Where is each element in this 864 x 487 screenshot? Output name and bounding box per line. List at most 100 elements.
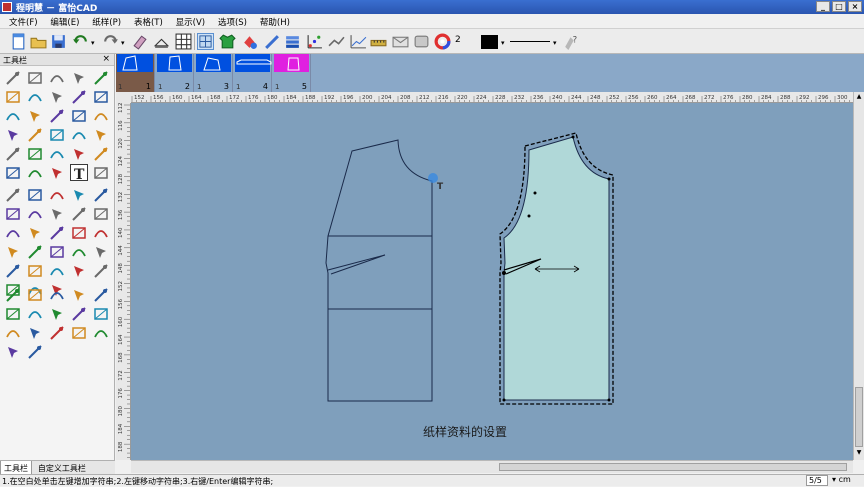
- grade-shirt-icon[interactable]: [92, 286, 110, 303]
- stitch-icon[interactable]: [4, 205, 22, 222]
- grade-frame-icon[interactable]: [4, 324, 22, 341]
- join-icon[interactable]: [70, 88, 88, 105]
- shirt-icon[interactable]: [219, 33, 236, 50]
- eraser-icon[interactable]: [131, 33, 148, 50]
- grade-leg-icon[interactable]: [70, 324, 88, 341]
- piece-thumbnail[interactable]: 15: [273, 54, 311, 92]
- line-style-dropdown-icon[interactable]: ▾: [553, 39, 557, 47]
- measure-tool-icon[interactable]: [48, 262, 66, 279]
- menu-edit[interactable]: 编辑(E): [45, 14, 84, 28]
- protractor-icon[interactable]: [70, 126, 88, 143]
- grid-table-icon[interactable]: [175, 33, 192, 50]
- wave-icon[interactable]: [92, 186, 110, 203]
- shirt-sleeve-icon[interactable]: [48, 145, 66, 162]
- drop-icon[interactable]: [92, 243, 110, 260]
- menu-options[interactable]: 选项(S): [213, 14, 252, 28]
- pleat-tool-icon[interactable]: [92, 262, 110, 279]
- layers-icon[interactable]: [413, 33, 430, 50]
- rotate-icon[interactable]: [4, 107, 22, 124]
- envelope-icon[interactable]: [392, 33, 409, 50]
- menu-pattern[interactable]: 纸样(P): [87, 14, 126, 28]
- scroll-down-icon[interactable]: ▼: [855, 449, 863, 457]
- adjust-icon[interactable]: [48, 69, 66, 86]
- stripe-icon[interactable]: [26, 262, 44, 279]
- chart-icon[interactable]: [350, 33, 367, 50]
- tape-icon[interactable]: [370, 33, 387, 50]
- color-fill-icon[interactable]: [241, 33, 258, 50]
- undo-dropdown-icon[interactable]: ▾: [91, 39, 95, 47]
- vertical-scroll-thumb[interactable]: [855, 387, 863, 447]
- unit-selector[interactable]: ▾ cm: [832, 475, 864, 486]
- close-icon[interactable]: ×: [102, 54, 110, 64]
- curve-icon[interactable]: [4, 88, 22, 105]
- select-arrow-icon[interactable]: [4, 69, 22, 86]
- help-icon[interactable]: ?: [562, 33, 579, 50]
- pocket-icon[interactable]: [26, 186, 44, 203]
- minimize-button[interactable]: _: [816, 1, 830, 12]
- color-wheel-icon[interactable]: [434, 33, 451, 50]
- ruler-icon[interactable]: [263, 33, 280, 50]
- pen-color-swatch[interactable]: [481, 35, 498, 49]
- compass-icon[interactable]: [26, 126, 44, 143]
- dart-icon[interactable]: [26, 88, 44, 105]
- piece-thumbnail[interactable]: 14: [234, 54, 272, 92]
- horizontal-scrollbar[interactable]: [131, 460, 853, 473]
- arc-icon[interactable]: [92, 88, 110, 105]
- grade-point-icon[interactable]: [4, 286, 22, 303]
- save-icon[interactable]: [50, 33, 67, 50]
- mirror-icon[interactable]: [92, 107, 110, 124]
- stack-icon[interactable]: [284, 33, 301, 50]
- horizontal-scroll-thumb[interactable]: [499, 463, 847, 471]
- button-icon[interactable]: [48, 107, 66, 124]
- menu-table[interactable]: 表格(T): [129, 14, 168, 28]
- grade-arc-icon[interactable]: [92, 305, 110, 322]
- vertical-scrollbar[interactable]: ▲ ▼: [853, 92, 864, 460]
- cup-icon[interactable]: [26, 205, 44, 222]
- piece-tool-icon[interactable]: [4, 243, 22, 260]
- text-tool-icon[interactable]: T: [70, 164, 88, 181]
- pencil-icon[interactable]: [92, 69, 110, 86]
- piece-list-icon[interactable]: [197, 33, 214, 50]
- align-icon[interactable]: [92, 126, 110, 143]
- grade-size-icon[interactable]: [48, 286, 66, 303]
- grade-icon[interactable]: [26, 243, 44, 260]
- grade-fan-icon[interactable]: [48, 324, 66, 341]
- piece-thumbnail[interactable]: 12: [156, 54, 194, 92]
- scissors-icon[interactable]: [26, 107, 44, 124]
- star-icon[interactable]: [4, 126, 22, 143]
- menu-file[interactable]: 文件(F): [4, 14, 43, 28]
- piece-thumbnail[interactable]: 13: [195, 54, 233, 92]
- layout-icon[interactable]: [92, 205, 110, 222]
- color-dropdown-icon[interactable]: ▾: [501, 39, 505, 47]
- cut-icon[interactable]: [70, 69, 88, 86]
- grade-curve-icon[interactable]: [26, 305, 44, 322]
- boot-icon[interactable]: [48, 186, 66, 203]
- grid-tool-icon[interactable]: [92, 164, 110, 181]
- flag-icon[interactable]: [4, 164, 22, 181]
- redo-dropdown-icon[interactable]: ▾: [121, 39, 125, 47]
- new-icon[interactable]: [10, 33, 27, 50]
- redo-icon[interactable]: [102, 33, 119, 50]
- shape-icon[interactable]: [4, 262, 22, 279]
- notch-icon[interactable]: [4, 224, 22, 241]
- ruler-tool-icon[interactable]: [26, 164, 44, 181]
- spiral-icon[interactable]: [48, 164, 66, 181]
- ribbon-icon[interactable]: [70, 224, 88, 241]
- tag-icon[interactable]: [92, 224, 110, 241]
- menu-view[interactable]: 显示(V): [171, 14, 210, 28]
- scroll-up-icon[interactable]: ▲: [855, 93, 863, 101]
- grade-grow-icon[interactable]: [26, 343, 44, 360]
- grade-angle-icon[interactable]: [26, 324, 44, 341]
- grade-chart-icon[interactable]: [4, 343, 22, 360]
- flip-icon[interactable]: [70, 145, 88, 162]
- grade-sweep-icon[interactable]: [48, 305, 66, 322]
- piece-thumbnail[interactable]: 11: [116, 54, 155, 92]
- cut-line-icon[interactable]: [26, 224, 44, 241]
- rotate-tool-icon[interactable]: [70, 262, 88, 279]
- grade-blank-icon[interactable]: [92, 324, 110, 341]
- grade-scale-icon[interactable]: [70, 286, 88, 303]
- fold-icon[interactable]: [26, 145, 44, 162]
- grade-copy-icon[interactable]: [26, 286, 44, 303]
- maximize-button[interactable]: □: [832, 1, 846, 12]
- radar-icon[interactable]: [48, 205, 66, 222]
